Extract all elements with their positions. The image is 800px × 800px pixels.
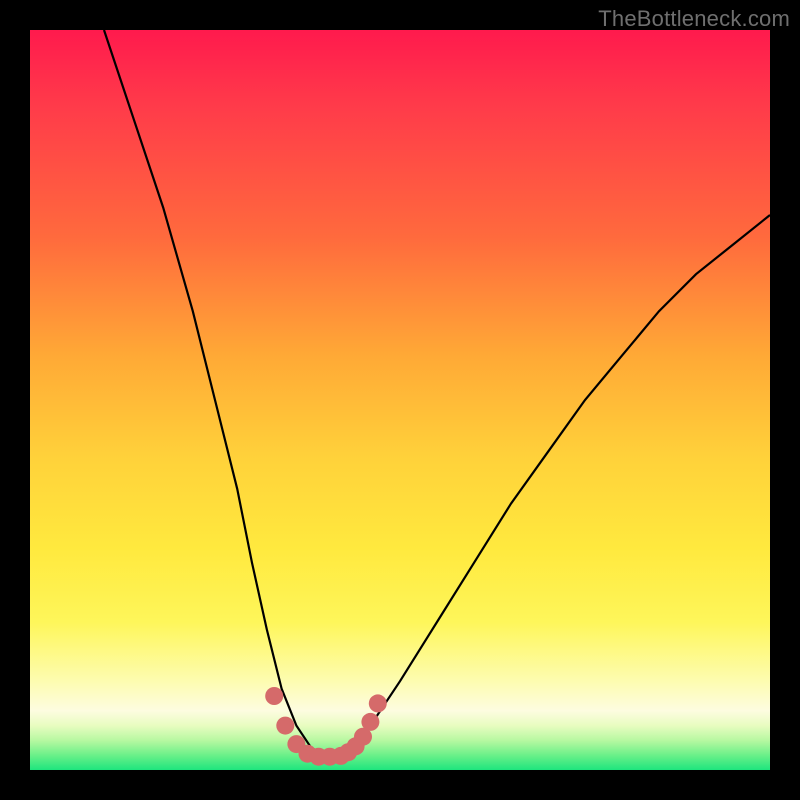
highlight-dot: [369, 694, 387, 712]
bottleneck-curve: [104, 30, 770, 755]
outer-frame: TheBottleneck.com: [0, 0, 800, 800]
watermark-text: TheBottleneck.com: [598, 6, 790, 32]
highlight-dots-group: [265, 687, 387, 766]
highlight-dot: [265, 687, 283, 705]
highlight-dot: [361, 713, 379, 731]
highlight-dot: [276, 717, 294, 735]
curve-layer: [30, 30, 770, 770]
